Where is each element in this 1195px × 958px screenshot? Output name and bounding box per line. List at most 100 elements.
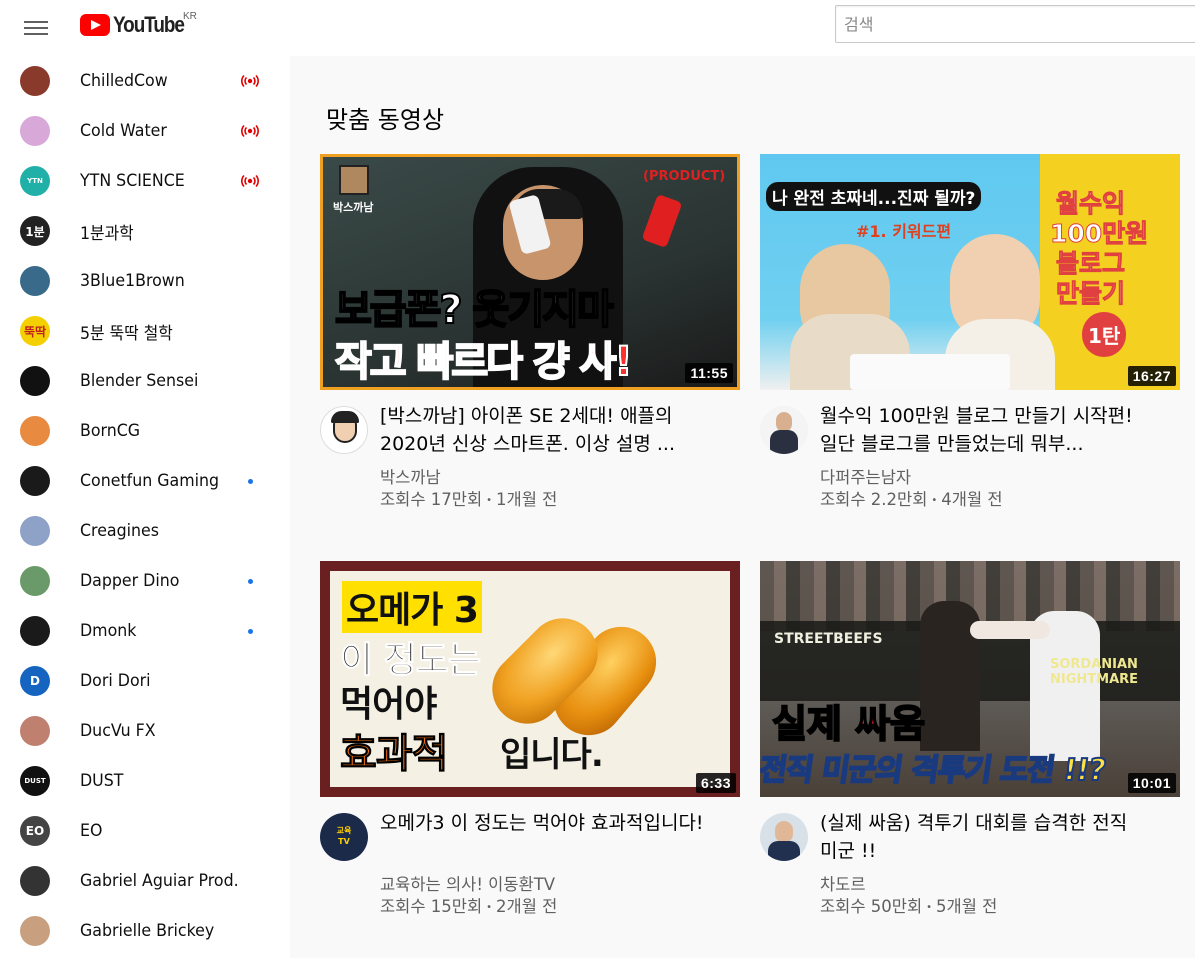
subscription-label: EO [80, 821, 103, 841]
channel-name[interactable]: 교육하는 의사! 이동환TV [380, 871, 555, 895]
live-broadcast-icon [241, 74, 259, 88]
subscription-item[interactable]: 뚝딱 5분 뚝딱 철학 [0, 306, 290, 356]
meta-separator: • [926, 902, 933, 913]
subscription-item[interactable]: DucVu FX [0, 706, 290, 756]
thumb-caption: #1. 키워드편 [856, 222, 952, 241]
search-box[interactable] [835, 5, 1195, 43]
thumb-caption: 먹어야 [340, 684, 437, 725]
thumb-caption: 만들기 [1055, 279, 1126, 309]
youtube-play-icon [80, 14, 110, 36]
meta-separator: • [486, 902, 493, 913]
channel-avatar: EO [20, 816, 50, 846]
video-card[interactable]: 박스까남 (PRODUCT) 보급폰? 웃기지마 작고 빠르다 걍 사! 11:… [320, 154, 740, 514]
subscription-item[interactable]: Creagines [0, 506, 290, 556]
thumb-caption: 1탄 [1082, 312, 1127, 357]
channel-avatar: DUST [20, 766, 50, 796]
subscription-label: YTN SCIENCE [80, 171, 185, 191]
logo-text: YouTube [113, 12, 185, 37]
channel-avatar[interactable] [760, 406, 808, 454]
subscription-item[interactable]: Dapper Dino [0, 556, 290, 606]
video-meta: 조회수 2.2만회 • 4개월 전 [820, 486, 1003, 510]
thumb-caption: 오메가 3 [342, 581, 482, 633]
thumb-caption: STREETBEEFS [774, 631, 883, 647]
video-thumbnail[interactable]: 오메가 3 이 정도는 먹어야 효과적 입니다. 6:33 [320, 561, 740, 797]
subscription-label: Gabriel Aguiar Prod. [80, 871, 239, 891]
thumb-caption: (PRODUCT) [643, 169, 726, 184]
section-title: 맞춤 동영상 [326, 106, 445, 134]
subscription-label: DUST [80, 771, 124, 791]
channel-avatar: YTN [20, 166, 50, 196]
channel-avatar [20, 566, 50, 596]
subscription-item[interactable]: BornCG [0, 406, 290, 456]
channel-avatar [20, 416, 50, 446]
meta-separator: • [931, 495, 938, 506]
subscription-item[interactable]: Gabriel Aguiar Prod. [0, 856, 290, 906]
hamburger-menu-icon[interactable] [16, 8, 56, 48]
thumb-caption: 박스까남 [333, 201, 374, 214]
video-title[interactable]: 월수익 100만원 블로그 만들기 시작편!일단 블로그를 만들었는데 뭐부..… [820, 402, 1150, 458]
youtube-logo[interactable]: YouTube KR [80, 10, 197, 40]
subscription-label: DucVu FX [80, 721, 156, 741]
channel-avatar [20, 266, 50, 296]
channel-avatar[interactable] [320, 406, 368, 454]
thumb-caption: 보급폰? 웃기지마 [334, 286, 615, 334]
new-content-dot-icon [248, 628, 253, 634]
channel-avatar[interactable] [760, 813, 808, 861]
video-thumbnail[interactable]: 박스까남 (PRODUCT) 보급폰? 웃기지마 작고 빠르다 걍 사! 11:… [320, 154, 740, 390]
main-content: 맞춤 동영상 박스까남 (PRODUCT) 보급폰? 웃기지마 작고 빠르다 걍… [290, 56, 1195, 958]
video-thumbnail[interactable]: STREETBEEFS SORDANIAN NIGHTMARE 실제 싸움 전직… [760, 561, 1180, 797]
video-thumbnail[interactable]: 나 완전 초짜네...진짜 될까? #1. 키워드편 월수익 100만원 블로그… [760, 154, 1180, 390]
channel-avatar [20, 366, 50, 396]
subscription-item[interactable]: Dmonk [0, 606, 290, 656]
channel-avatar: D [20, 666, 50, 696]
subscription-item[interactable]: 1분 1분과학 [0, 206, 290, 256]
video-title[interactable]: 오메가3 이 정도는 먹어야 효과적입니다! [380, 809, 710, 865]
video-duration: 16:27 [1127, 366, 1176, 386]
upload-age: 5개월 전 [936, 897, 998, 916]
sidebar: ChilledCow Cold Water YTN YTN SCIENCE 1분 1분과학… [0, 56, 290, 958]
subscription-item[interactable]: Blender Sensei [0, 356, 290, 406]
subscription-label: 5분 뚝딱 철학 [80, 323, 173, 344]
subscription-label: Conetfun Gaming [80, 471, 220, 491]
video-meta: 조회수 17만회 • 1개월 전 [380, 486, 557, 510]
subscription-item[interactable]: ChilledCow [0, 56, 290, 106]
top-bar: YouTube KR [0, 0, 1195, 56]
subscription-label: Dapper Dino [80, 571, 180, 591]
logo-region: KR [183, 11, 197, 22]
subscription-item[interactable]: YTN YTN SCIENCE [0, 156, 290, 206]
subscription-item[interactable]: 3Blue1Brown [0, 256, 290, 306]
subscription-item[interactable]: Conetfun Gaming [0, 456, 290, 506]
new-content-dot-icon [248, 578, 253, 584]
subscription-label: ChilledCow [80, 71, 168, 91]
channel-avatar: 뚝딱 [20, 316, 50, 346]
channel-avatar [20, 866, 50, 896]
subscription-item[interactable]: EO EO [0, 806, 290, 856]
view-count: 조회수 2.2만회 [820, 490, 928, 509]
subscription-item[interactable]: Cold Water [0, 106, 290, 156]
subscription-item[interactable]: D Dori Dori [0, 656, 290, 706]
channel-name[interactable]: 다퍼주는남자 [820, 464, 911, 488]
video-card[interactable]: 오메가 3 이 정도는 먹어야 효과적 입니다. 6:33 교육 TV 오메가3 … [320, 561, 740, 921]
channel-name[interactable]: 차도르 [820, 871, 866, 895]
thumb-caption: 작고 빠르다 걍 사! [334, 338, 634, 386]
channel-avatar [20, 466, 50, 496]
subscription-label: Creagines [80, 521, 160, 541]
video-title[interactable]: (실제 싸움) 격투기 대회를 습격한 전직 미군 !! [820, 809, 1150, 865]
subscription-label: Gabrielle Brickey [80, 921, 215, 941]
video-card[interactable]: STREETBEEFS SORDANIAN NIGHTMARE 실제 싸움 전직… [760, 561, 1180, 921]
thumb-caption: 실제 싸움 [771, 701, 926, 747]
channel-avatar: 1분 [20, 216, 50, 246]
search-input[interactable] [836, 6, 1195, 42]
video-card[interactable]: 나 완전 초짜네...진짜 될까? #1. 키워드편 월수익 100만원 블로그… [760, 154, 1180, 514]
video-duration: 11:55 [685, 363, 733, 383]
channel-name[interactable]: 박스까남 [380, 464, 441, 488]
subscription-item[interactable]: DUST DUST [0, 756, 290, 806]
video-title[interactable]: [박스까남] 아이폰 SE 2세대! 애플의 2020년 신상 스마트폰. 이상… [380, 402, 710, 458]
channel-avatar [20, 716, 50, 746]
subscription-item[interactable]: Gabrielle Brickey [0, 906, 290, 956]
subscription-label: 1분과학 [80, 223, 134, 244]
channel-avatar[interactable]: 교육 TV [320, 813, 368, 861]
channel-avatar [20, 66, 50, 96]
channel-avatar [20, 616, 50, 646]
video-duration: 10:01 [1127, 773, 1176, 793]
